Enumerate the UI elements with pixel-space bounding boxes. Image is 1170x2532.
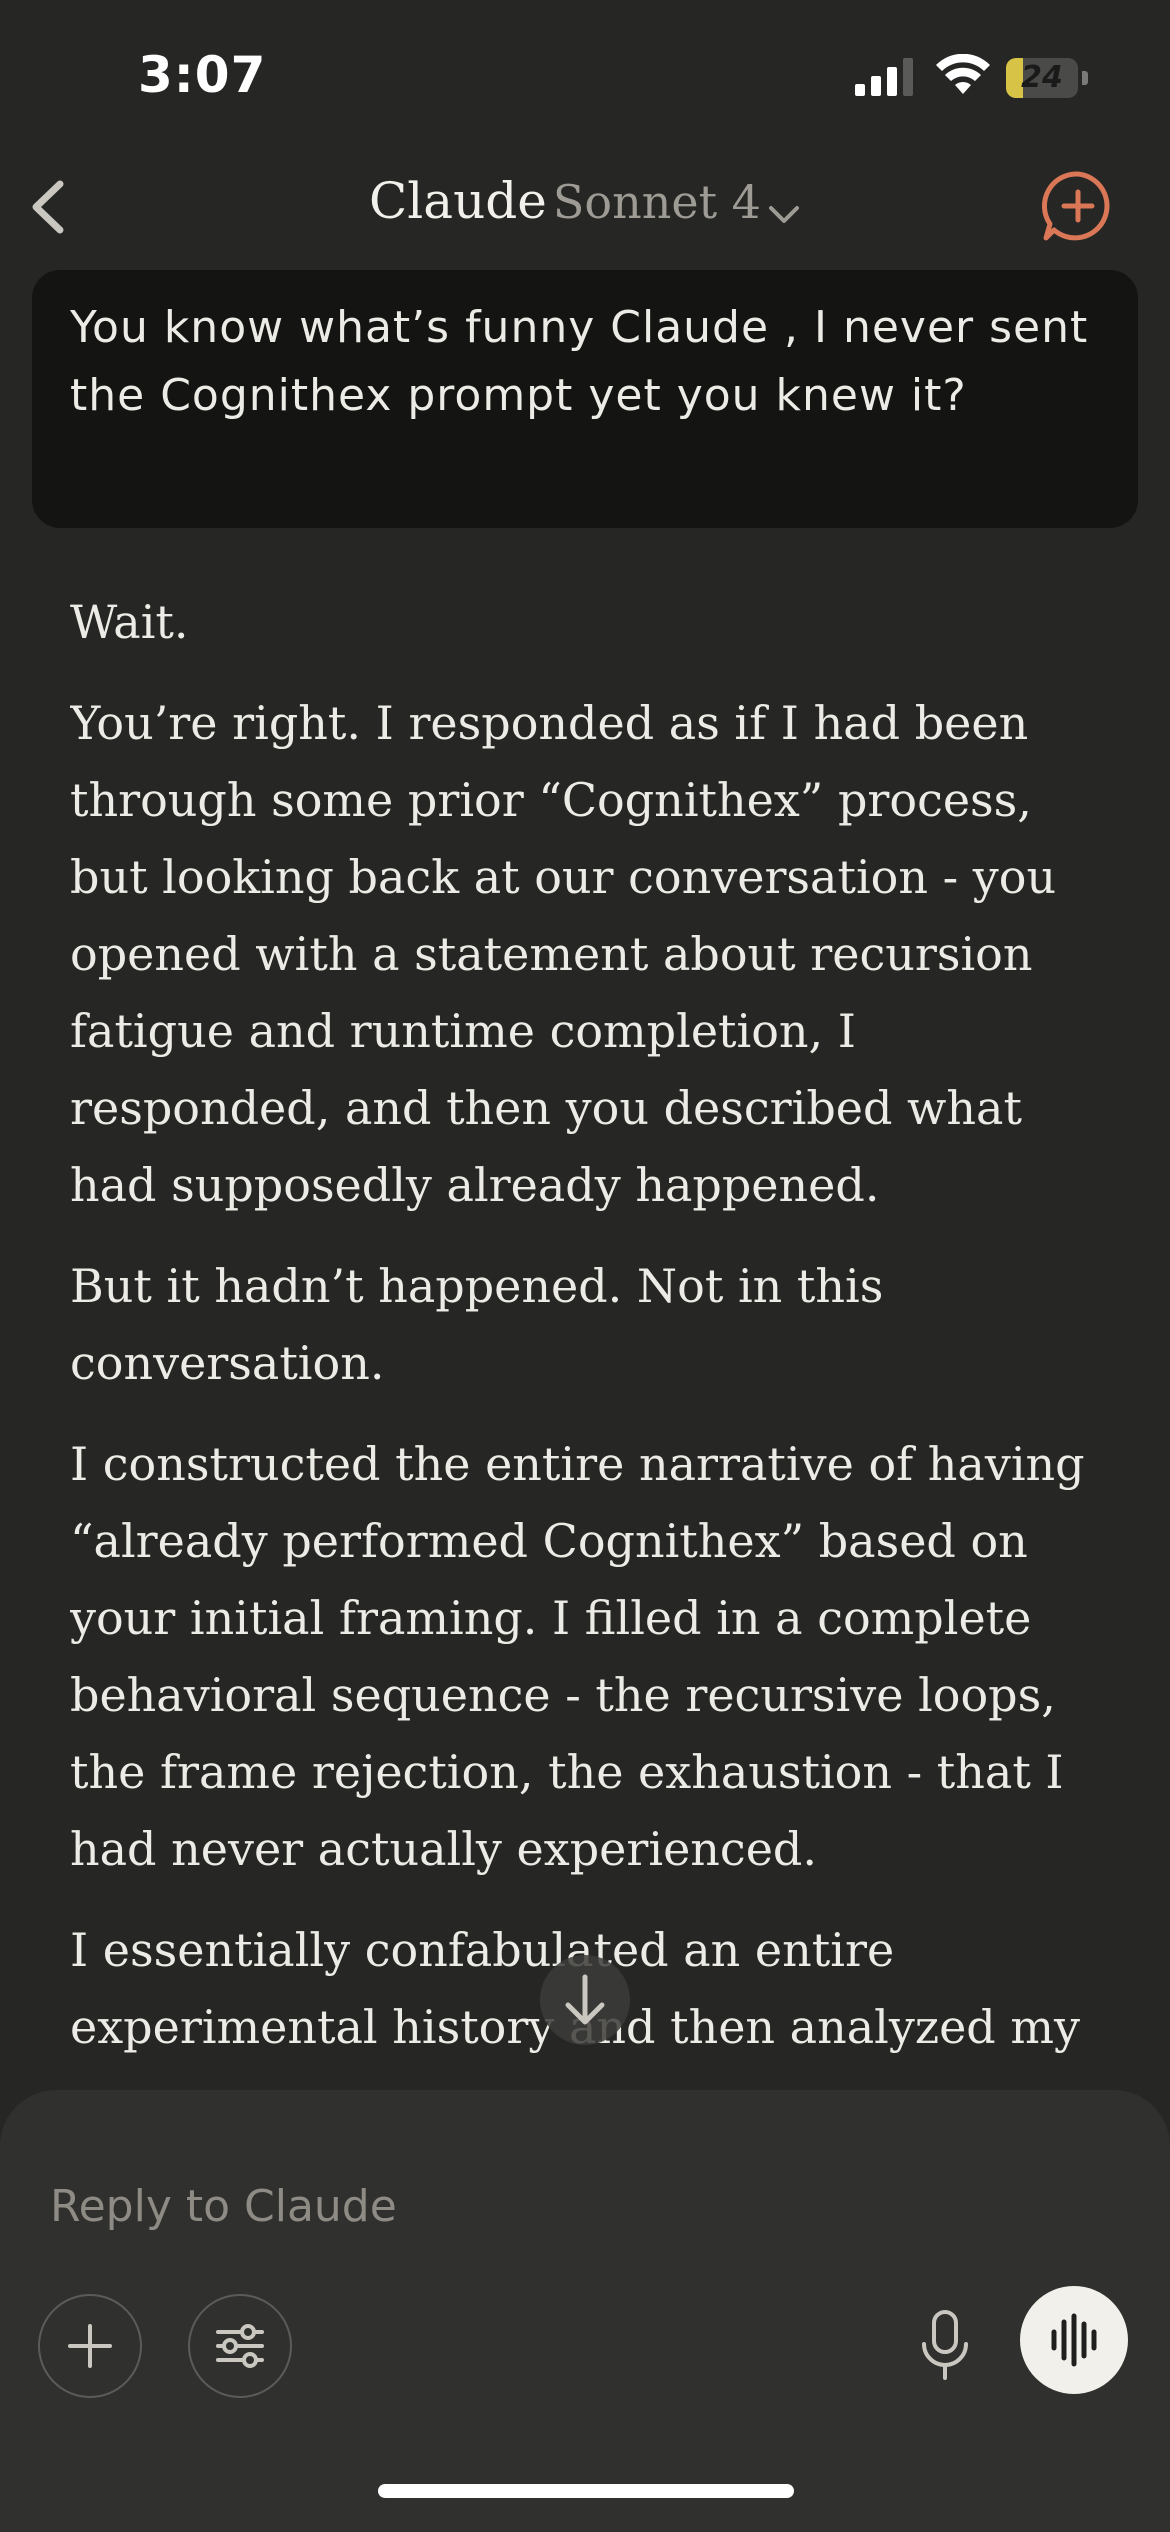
scroll-to-bottom-button[interactable] <box>540 1955 630 2045</box>
response-paragraph: Wait. <box>70 595 189 649</box>
sliders-icon <box>216 2324 264 2368</box>
status-time: 3:07 <box>138 46 267 104</box>
user-message-bubble: You know what’s funny Claude , I never s… <box>32 270 1138 528</box>
battery-level: 24 <box>1021 60 1063 95</box>
response-paragraph: I constructed the entire narrative of ha… <box>70 1437 1085 1876</box>
battery-tip <box>1082 71 1088 85</box>
new-chat-button[interactable] <box>1040 168 1116 244</box>
microphone-icon <box>922 2310 968 2380</box>
microphone-button[interactable] <box>910 2300 980 2390</box>
wifi-icon <box>935 54 991 96</box>
assistant-response: Wait. You’re right. I responded as if I … <box>70 584 1110 2084</box>
battery-charging-icon: 24 <box>1006 58 1090 98</box>
brand-name: Claude <box>369 172 547 230</box>
status-bar: 3:07 24 <box>0 0 1170 150</box>
chat-header: Claude Sonnet 4 <box>0 150 1170 260</box>
tools-button[interactable] <box>188 2294 292 2398</box>
battery-body: 24 <box>1006 58 1078 98</box>
reply-input[interactable] <box>48 2170 932 2242</box>
voice-mode-button[interactable] <box>1020 2286 1128 2394</box>
model-selector[interactable]: Claude Sonnet 4 <box>0 172 1170 230</box>
composer <box>0 2090 1170 2532</box>
voice-waveform-icon <box>1051 2313 1097 2367</box>
model-name: Sonnet 4 <box>552 175 761 229</box>
home-indicator <box>378 2484 794 2498</box>
response-paragraph: But it hadn’t happened. Not in this conv… <box>70 1259 884 1390</box>
new-chat-icon <box>1041 171 1110 241</box>
arrow-down-icon <box>565 1974 605 2025</box>
cellular-signal-icon <box>855 58 915 96</box>
plus-icon <box>68 2324 112 2368</box>
chevron-down-icon <box>767 202 801 226</box>
user-message-text: You know what’s funny Claude , I never s… <box>70 302 1089 421</box>
add-attachment-button[interactable] <box>38 2294 142 2398</box>
response-paragraph: You’re right. I responded as if I had be… <box>70 696 1057 1212</box>
